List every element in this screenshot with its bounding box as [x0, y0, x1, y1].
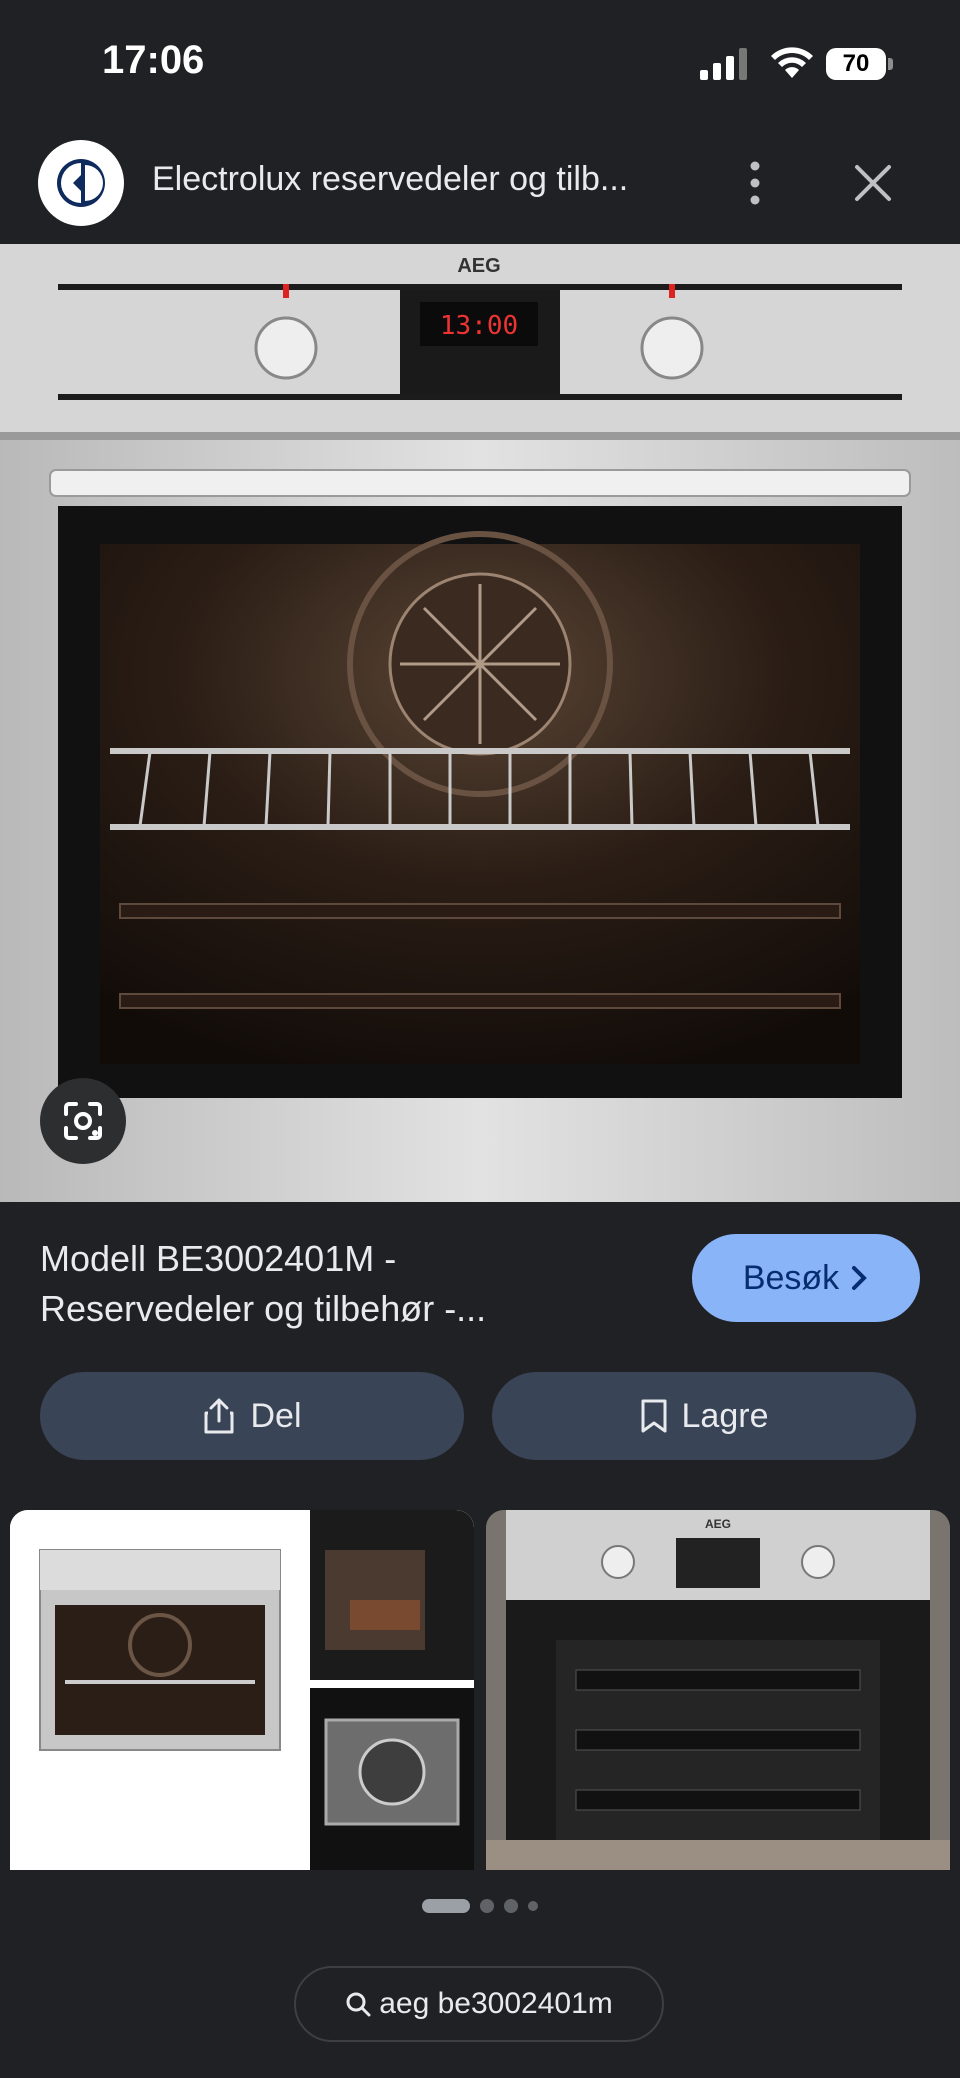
header: Electrolux reservedeler og tilb... [0, 128, 960, 238]
save-button[interactable]: Lagre [492, 1372, 916, 1460]
visit-label: Besøk [742, 1258, 840, 1297]
signal-icon [700, 48, 747, 80]
electrolux-logo-icon[interactable] [38, 140, 124, 226]
search-query: aeg be3002401m [379, 1987, 613, 2020]
related-image-1[interactable] [10, 1510, 474, 1870]
page-dot[interactable] [528, 1901, 538, 1911]
share-label: Del [250, 1396, 302, 1435]
wifi-icon [771, 47, 813, 78]
page-dot[interactable] [504, 1899, 518, 1913]
result-title[interactable]: Modell BE3002401M - Reservedeler og tilb… [40, 1234, 660, 1334]
header-title[interactable]: Electrolux reservedeler og tilb... [152, 160, 672, 199]
status-time: 17:06 [102, 38, 205, 82]
lens-button[interactable] [40, 1078, 126, 1164]
battery-level: 70 [826, 48, 886, 80]
lens-icon [64, 1102, 102, 1140]
main-product-image[interactable]: 13:00 AEG [0, 244, 960, 1202]
related-brand-text: AEG [705, 1517, 731, 1531]
visit-button[interactable]: Besøk [692, 1234, 920, 1322]
result-title-line1: Modell BE3002401M - [40, 1238, 397, 1279]
battery-icon: 70 [826, 46, 896, 82]
bookmark-icon [641, 1399, 667, 1433]
more-vert-icon[interactable] [740, 158, 770, 208]
search-icon [346, 1992, 371, 2017]
status-bar: 17:06 70 [0, 0, 960, 120]
search-chip[interactable]: aeg be3002401m [294, 1966, 664, 2042]
save-label: Lagre [681, 1396, 769, 1435]
page-dot[interactable] [480, 1899, 494, 1913]
oven-display-text: 13:00 [440, 311, 518, 341]
share-button[interactable]: Del [40, 1372, 464, 1460]
share-icon [204, 1398, 234, 1434]
pagination-dots [0, 1896, 960, 1916]
oven-brand-text: AEG [457, 255, 500, 277]
page-dot[interactable] [422, 1899, 470, 1913]
close-icon[interactable] [848, 158, 898, 208]
chevron-right-icon [852, 1266, 868, 1290]
related-image-2[interactable]: AEG [486, 1510, 950, 1870]
result-title-line2: Reservedeler og tilbehør -... [40, 1288, 487, 1329]
